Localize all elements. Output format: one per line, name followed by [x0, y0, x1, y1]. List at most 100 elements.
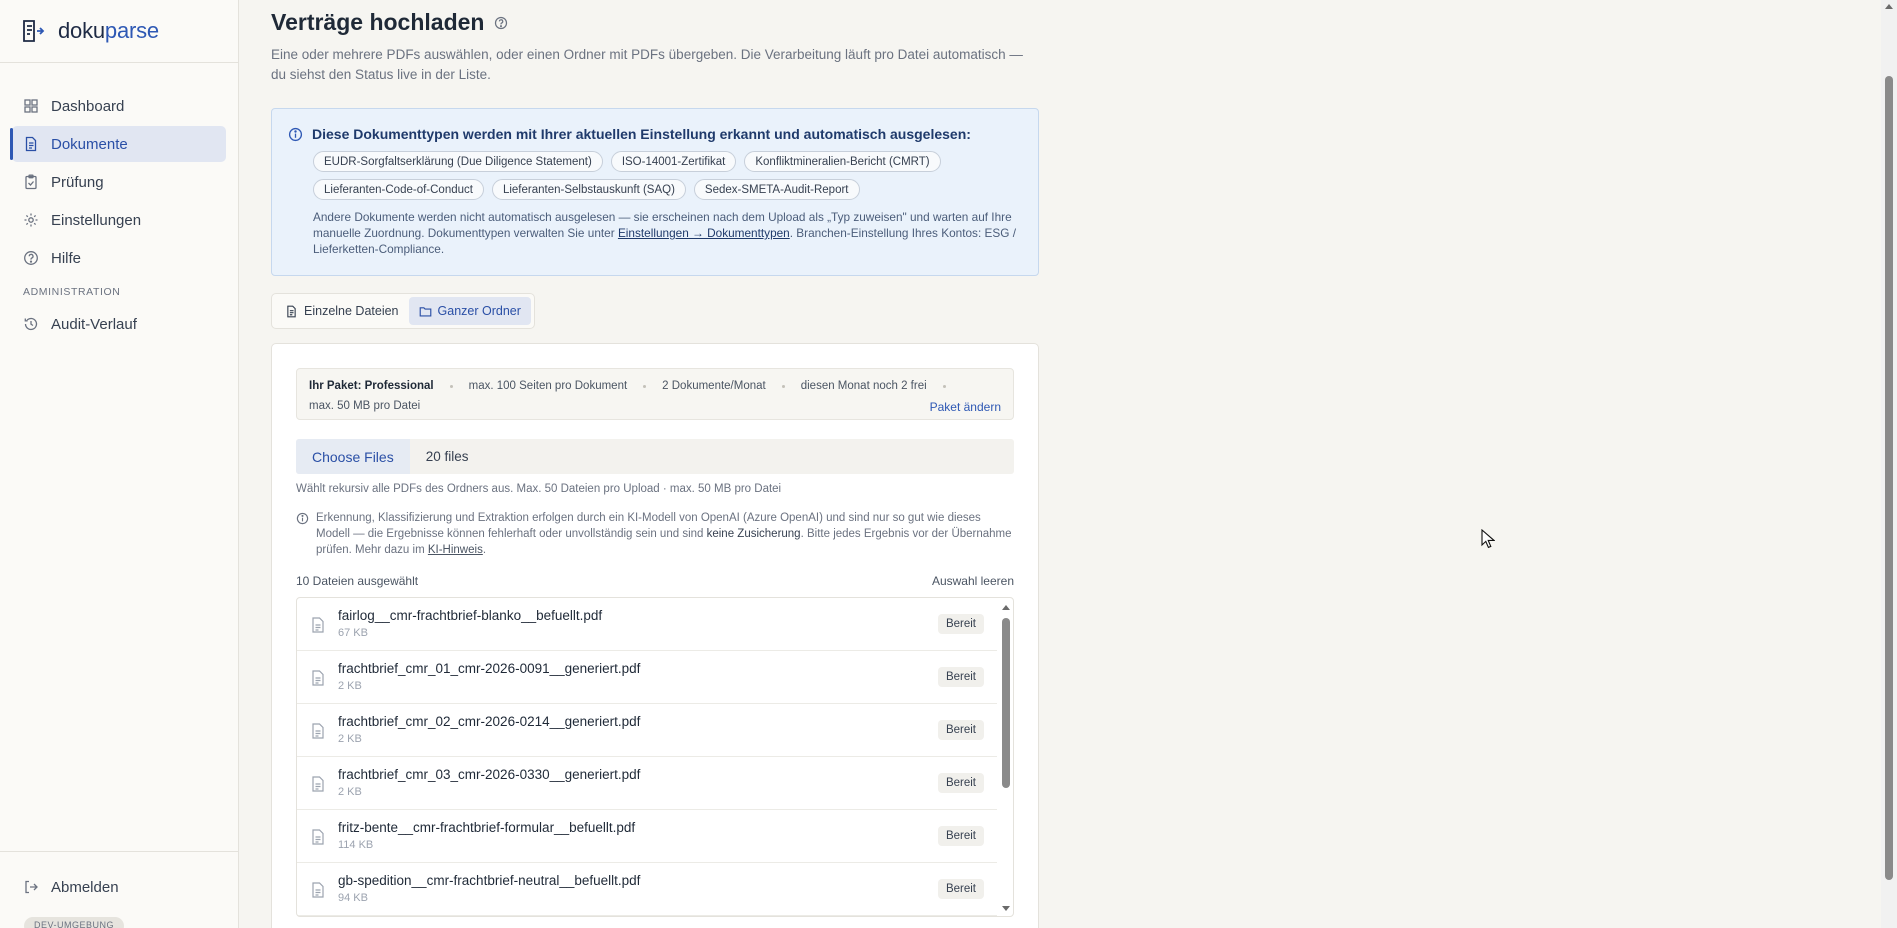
file-list-scrollbar[interactable]: [1001, 602, 1011, 914]
file-icon: [312, 723, 324, 739]
help-circle-icon: [24, 251, 38, 265]
file-name: gb-spedition__cmr-frachtbrief-neutral__b…: [338, 873, 641, 888]
logo-icon: [23, 20, 45, 42]
file-picker[interactable]: Choose Files 20 files: [296, 439, 1014, 474]
info-icon: [296, 512, 309, 525]
list-item[interactable]: frachtbrief_cmr_01_cmr-2026-0091__generi…: [297, 651, 997, 704]
mouse-cursor-icon: [1481, 529, 1495, 549]
plan-limits: Ihr Paket: Professional max. 100 Seiten …: [309, 380, 962, 392]
sidebar-item-pruefung[interactable]: Prüfung: [12, 164, 226, 200]
ai-disclaimer-text: Erkennung, Klassifizierung und Extraktio…: [316, 512, 1012, 556]
scrollbar-thumb[interactable]: [1002, 618, 1010, 788]
sidebar-item-einstellungen[interactable]: Einstellungen: [12, 202, 226, 238]
sidebar-item-audit-verlauf[interactable]: Audit-Verlauf: [12, 306, 226, 342]
list-item[interactable]: fritz-bente__cmr-frachtbrief-formular__b…: [297, 810, 997, 863]
file-icon: [312, 617, 324, 633]
choose-files-button[interactable]: Choose Files: [296, 439, 410, 474]
scroll-up-arrow-icon[interactable]: [1885, 4, 1893, 9]
history-icon: [24, 317, 38, 331]
sidebar-item-label: Dokumente: [51, 135, 128, 153]
logout-label: Abmelden: [51, 878, 119, 896]
file-icon: [312, 670, 324, 686]
sidebar-item-label: Dashboard: [51, 97, 125, 115]
document-type-chip: Sedex-SMETA-Audit-Report: [693, 179, 860, 200]
clipboard-check-icon: [25, 174, 37, 190]
document-type-chip: Lieferanten-Selbstauskunft (SAQ): [491, 179, 686, 200]
brand-name: dokuparse: [58, 18, 159, 43]
sidebar: dokuparse Dashboard Dokumente Prüfung Ei…: [0, 0, 239, 928]
plan-docs-limit: 2 Dokumente/Monat: [662, 380, 766, 392]
file-icon: [312, 882, 324, 898]
document-type-chips: EUDR-Sorgfaltserklärung (Due Diligence S…: [313, 151, 1013, 207]
brand[interactable]: dokuparse: [0, 0, 238, 63]
change-plan-link[interactable]: Paket ändern: [930, 400, 1001, 414]
sidebar-item-hilfe[interactable]: Hilfe: [12, 240, 226, 276]
selected-count: 10 Dateien ausgewählt: [296, 574, 419, 588]
sidebar-item-label: Audit-Verlauf: [51, 315, 137, 333]
gear-icon: [24, 213, 38, 227]
main-nav: Dashboard Dokumente Prüfung Einstellunge…: [0, 63, 238, 342]
status-badge: Bereit: [937, 614, 984, 634]
document-type-chip: Konfliktmineralien-Bericht (CMRT): [744, 151, 941, 172]
file-size: 67 KB: [338, 627, 368, 639]
list-item[interactable]: fairlog__cmr-frachtbrief-blanko__befuell…: [297, 598, 997, 651]
clear-selection-button[interactable]: Auswahl leeren: [932, 574, 1014, 588]
status-badge: Bereit: [937, 826, 984, 846]
info-heading: Diese Dokumenttypen werden mit Ihrer akt…: [288, 126, 1022, 142]
list-item[interactable]: frachtbrief_cmr_02_cmr-2026-0214__generi…: [297, 704, 997, 757]
file-icon: [312, 776, 324, 792]
scroll-up-arrow-icon[interactable]: [1002, 605, 1010, 610]
file-size: 2 KB: [338, 680, 362, 692]
file-icon: [312, 829, 324, 845]
plan-label: Ihr Paket: Professional: [309, 380, 434, 392]
info-note: Andere Dokumente werden nicht automatisc…: [313, 210, 1016, 256]
document-types-info: Diese Dokumenttypen werden mit Ihrer akt…: [271, 108, 1039, 276]
plan-remaining: diesen Monat noch 2 frei: [800, 380, 927, 392]
sidebar-item-dashboard[interactable]: Dashboard: [12, 88, 226, 124]
file-count: 20 files: [425, 449, 469, 464]
document-icon: [287, 305, 296, 317]
list-item[interactable]: gb-spedition__cmr-frachtbrief-neutral__b…: [297, 863, 997, 916]
folder-icon: [419, 306, 431, 317]
page-title-text: Verträge hochladen: [271, 9, 485, 35]
status-badge: Bereit: [937, 879, 984, 899]
nav-section-administration: ADMINISTRATION: [23, 286, 121, 298]
file-name: frachtbrief_cmr_01_cmr-2026-0091__generi…: [338, 661, 641, 676]
separator-dot: [643, 384, 647, 388]
scrollbar-thumb[interactable]: [1885, 76, 1893, 880]
ai-notice-link[interactable]: KI-Hinweis: [428, 544, 483, 556]
tab-whole-folder[interactable]: Ganzer Ordner: [408, 297, 531, 325]
file-size: 94 KB: [338, 892, 368, 904]
status-badge: Bereit: [937, 720, 984, 740]
sidebar-item-dokumente[interactable]: Dokumente: [10, 126, 226, 162]
scroll-down-arrow-icon[interactable]: [1002, 906, 1010, 911]
document-types-settings-link[interactable]: Einstellungen → Dokumenttypen: [618, 226, 790, 240]
tab-label: Ganzer Ordner: [437, 304, 521, 318]
separator-dot: [781, 384, 785, 388]
tab-single-files[interactable]: Einzelne Dateien: [275, 297, 409, 325]
sidebar-item-label: Einstellungen: [51, 211, 142, 229]
sidebar-item-label: Hilfe: [51, 249, 82, 267]
file-name: fairlog__cmr-frachtbrief-blanko__befuell…: [338, 608, 603, 623]
plan-size-limit: max. 50 MB pro Datei: [309, 400, 421, 412]
document-type-chip: Lieferanten-Code-of-Conduct: [313, 179, 484, 200]
logout-icon: [25, 880, 38, 894]
logout-button[interactable]: Abmelden: [12, 869, 226, 905]
help-icon[interactable]: [494, 16, 508, 30]
page-scrollbar[interactable]: [1881, 0, 1897, 928]
plan-pages-limit: max. 100 Seiten pro Dokument: [468, 380, 628, 392]
sidebar-item-label: Prüfung: [51, 173, 104, 191]
separator-dot: [942, 384, 946, 388]
list-item[interactable]: frachtbrief_cmr_03_cmr-2026-0330__generi…: [297, 757, 997, 810]
file-list[interactable]: fairlog__cmr-frachtbrief-blanko__befuell…: [296, 597, 1014, 917]
document-type-chip: ISO-14001-Zertifikat: [610, 151, 737, 172]
dashboard-icon: [24, 99, 38, 113]
plan-info: Ihr Paket: Professional max. 100 Seiten …: [296, 368, 1014, 420]
tab-label: Einzelne Dateien: [304, 304, 399, 318]
file-size: 2 KB: [338, 786, 362, 798]
page-description: Eine oder mehrere PDFs auswählen, oder e…: [271, 47, 1023, 82]
ai-disclaimer: Erkennung, Klassifizierung und Extraktio…: [296, 510, 1016, 558]
file-size: 114 KB: [338, 839, 374, 851]
file-name: frachtbrief_cmr_02_cmr-2026-0214__generi…: [338, 714, 641, 729]
upload-hint: Wählt rekursiv alle PDFs des Ordners aus…: [296, 483, 782, 495]
